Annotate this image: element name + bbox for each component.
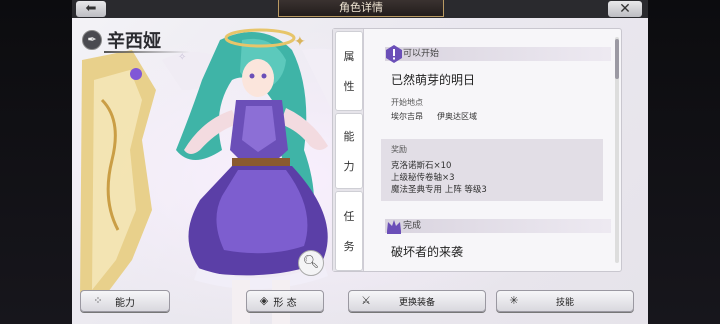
reward-item: 克洛诺斯石×10 <box>391 161 452 171</box>
magnifier-icon: 🔍︎ <box>302 255 320 270</box>
page-title: 角色详情 <box>278 0 444 17</box>
quest-title[interactable]: 已然萌芽的明日 <box>391 71 475 88</box>
change-equipment-button[interactable]: ⚔ 更换装备 <box>348 290 486 312</box>
form-button-label: 形 态 <box>273 297 297 309</box>
vertical-tabs: 属 性 能 力 任 务 <box>333 29 364 271</box>
quest-scrollbar[interactable] <box>615 37 619 263</box>
arrow-left-icon: ⬅ <box>85 1 97 16</box>
skill-button-label: 技能 <box>555 297 574 308</box>
tab-attributes[interactable]: 属 性 <box>335 31 363 111</box>
quest-title[interactable]: 破坏者的来袭 <box>391 243 463 260</box>
sparkle-icon: ✳ <box>509 294 519 307</box>
character-name: 辛西娅 <box>107 31 161 52</box>
game-screen: ✦ ✧ ⬅ 角色详情 ✕ ✒ 辛西娅 属 性 能 力 任 务 可以开始 已然萌芽… <box>0 0 720 324</box>
svg-text:✦: ✦ <box>294 34 306 50</box>
quest-status-complete: 完成 <box>385 219 611 234</box>
start-location-area: 伊奥达区域 <box>437 112 477 121</box>
start-location-label: 开始地点 <box>391 98 423 107</box>
zoom-button[interactable]: 🔍︎ <box>298 250 324 276</box>
exclamation-icon <box>386 45 402 63</box>
svg-text:✧: ✧ <box>178 52 186 63</box>
character-detail-frame: ✦ ✧ ⬅ 角色详情 ✕ ✒ 辛西娅 属 性 能 力 任 务 可以开始 已然萌芽… <box>72 0 648 324</box>
four-dots-icon: ⁘ <box>93 294 103 307</box>
skill-button[interactable]: ✳ 技能 <box>496 290 634 312</box>
name-underline <box>104 51 190 53</box>
character-name-group: ✒ 辛西娅 <box>82 28 161 52</box>
quest-list[interactable]: 可以开始 已然萌芽的明日 开始地点 埃尔吉昂 伊奥达区域 奖励 克洛诺斯石×10… <box>367 33 611 267</box>
quest-panel: 属 性 能 力 任 务 可以开始 已然萌芽的明日 开始地点 埃尔吉昂 伊奥达区域… <box>332 28 622 272</box>
close-button[interactable]: ✕ <box>608 1 642 17</box>
reward-label: 奖励 <box>391 145 407 154</box>
reward-item: 上级秘传卷轴×3 <box>391 173 455 183</box>
quest-status-text: 完成 <box>403 221 422 231</box>
scroll-thumb[interactable] <box>615 39 619 79</box>
tab-label-bottom: 性 <box>343 80 355 93</box>
tab-label-bottom: 务 <box>343 240 355 253</box>
diamond-icon: ◈ <box>259 294 269 307</box>
tab-label-bottom: 力 <box>343 160 355 173</box>
start-location-place: 埃尔吉昂 <box>391 112 423 121</box>
crown-icon <box>387 220 401 234</box>
ability-button-label: 能力 <box>115 297 135 309</box>
tab-quests[interactable]: 任 务 <box>335 191 363 271</box>
tab-label-top: 能 <box>343 130 355 143</box>
quest-status-available: 可以开始 <box>385 45 611 63</box>
sword-icon: ⚔ <box>361 294 371 307</box>
reward-box: 奖励 克洛诺斯石×10 上级秘传卷轴×3 魔法圣典专用 上阵 等级3 <box>381 139 603 201</box>
quest-status-text: 可以开始 <box>403 49 440 59</box>
change-equipment-label: 更换装备 <box>398 297 435 308</box>
tab-label-top: 任 <box>343 210 355 223</box>
tab-label-top: 属 <box>343 50 355 63</box>
close-icon: ✕ <box>619 1 631 17</box>
back-button[interactable]: ⬅ <box>76 1 106 17</box>
quill-icon: ✒ <box>82 30 102 50</box>
form-button[interactable]: ◈ 形 态 <box>246 290 324 312</box>
ability-button[interactable]: ⁘ 能力 <box>80 290 170 312</box>
tab-abilities[interactable]: 能 力 <box>335 113 363 189</box>
golden-staff <box>80 50 156 300</box>
reward-item: 魔法圣典专用 上阵 等级3 <box>391 185 487 195</box>
